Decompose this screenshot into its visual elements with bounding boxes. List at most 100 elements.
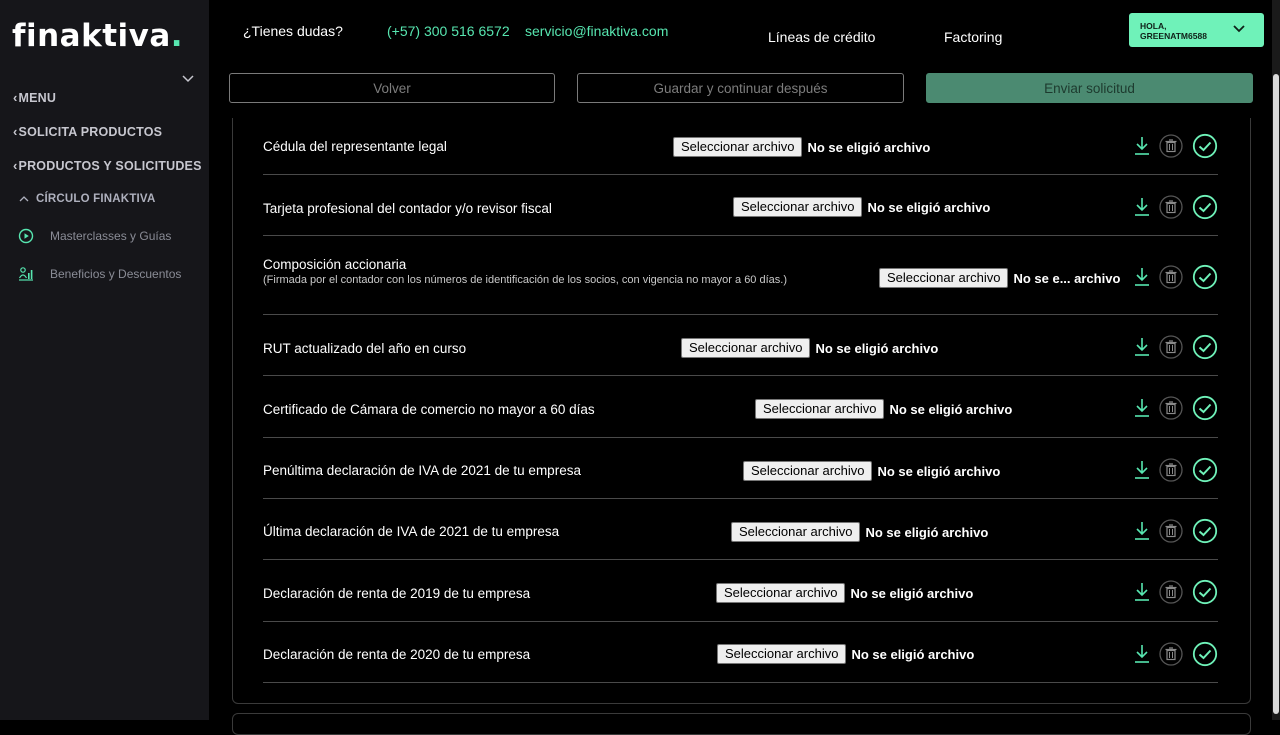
document-name: Declaración de renta de 2019 de tu empre… [263, 586, 531, 601]
document-name: Cédula del representante legal [263, 139, 447, 154]
select-file-button[interactable]: Seleccionar archivo [755, 399, 885, 419]
document-row: Última declaración de IVA de 2021 de tu … [263, 499, 1218, 560]
document-row: Certificado de Cámara de comercio no may… [263, 376, 1218, 438]
check-circle-icon[interactable] [1192, 334, 1218, 360]
file-input[interactable]: Seleccionar archivo No se eligió archivo [717, 644, 974, 664]
document-row: Penúltima declaración de IVA de 2021 de … [263, 438, 1218, 499]
trash-icon[interactable] [1159, 335, 1183, 359]
document-row: Composición accionaria (Firmada por el co… [263, 236, 1218, 315]
download-icon[interactable] [1133, 135, 1151, 157]
file-status: No se eligió archivo [815, 340, 939, 356]
nav-lineas-credito[interactable]: Líneas de crédito [768, 29, 875, 45]
back-button[interactable]: Volver [229, 73, 555, 103]
file-input[interactable]: Seleccionar archivo No se eligió archivo [716, 583, 973, 603]
document-name: Certificado de Cámara de comercio no may… [263, 402, 595, 417]
select-file-button[interactable]: Seleccionar archivo [681, 338, 811, 358]
sidebar-item-beneficios[interactable]: Beneficios y Descuentos [18, 266, 181, 282]
trash-icon[interactable] [1159, 642, 1183, 666]
file-input[interactable]: Seleccionar archivo No se eligió archivo [743, 461, 1000, 481]
download-icon[interactable] [1133, 266, 1151, 288]
document-row: Tarjeta profesional del contador y/o rev… [263, 175, 1218, 236]
scrollbar-thumb[interactable] [1273, 74, 1279, 714]
file-input[interactable]: Seleccionar archivo No se eligió archivo [755, 399, 1012, 419]
check-circle-icon[interactable] [1192, 133, 1218, 159]
check-circle-icon[interactable] [1192, 518, 1218, 544]
document-note: (Firmada por el contador con los números… [263, 274, 787, 286]
select-file-button[interactable]: Seleccionar archivo [673, 137, 803, 157]
chevron-down-icon [1233, 25, 1245, 33]
trash-icon[interactable] [1159, 265, 1183, 289]
file-status: No se eligió archivo [807, 139, 931, 155]
document-name: Declaración de renta de 2020 de tu empre… [263, 647, 531, 662]
document-row: Declaración de renta de 2020 de tu empre… [263, 622, 1218, 683]
select-file-button[interactable]: Seleccionar archivo [733, 197, 863, 217]
document-row: Cédula del representante legal Selecciona… [263, 126, 1218, 175]
select-file-button[interactable]: Seleccionar archivo [716, 583, 846, 603]
send-request-button[interactable]: Enviar solicitud [926, 73, 1253, 103]
file-status: No se eligió archivo [877, 463, 1001, 479]
help-question: ¿Tienes dudas? [243, 23, 343, 39]
sidebar: finaktiva. ‹ MENU ‹ SOLICITA PRODUCTOS ‹… [0, 0, 209, 720]
chevron-left-icon: ‹ [13, 90, 18, 105]
chevron-up-icon [19, 196, 29, 202]
file-input[interactable]: Seleccionar archivo No se eligió archivo [731, 522, 988, 542]
trash-icon[interactable] [1159, 195, 1183, 219]
play-circle-icon [18, 228, 34, 244]
phone-link[interactable]: (+57) 300 516 6572 [387, 23, 510, 39]
select-file-button[interactable]: Seleccionar archivo [879, 268, 1009, 288]
email-link[interactable]: servicio@finaktiva.com [525, 23, 668, 39]
trash-icon[interactable] [1159, 396, 1183, 420]
document-row: Declaración de renta de 2019 de tu empre… [263, 560, 1218, 622]
file-input[interactable]: Seleccionar archivo No se e... archivo [879, 268, 1120, 288]
file-input[interactable]: Seleccionar archivo No se eligió archivo [733, 197, 990, 217]
trash-icon[interactable] [1159, 458, 1183, 482]
check-circle-icon[interactable] [1192, 194, 1218, 220]
trash-icon[interactable] [1159, 519, 1183, 543]
chevron-down-icon[interactable] [181, 74, 195, 84]
next-panel [232, 713, 1251, 735]
download-icon[interactable] [1133, 581, 1151, 603]
chevron-left-icon: ‹ [13, 158, 18, 173]
select-file-button[interactable]: Seleccionar archivo [743, 461, 873, 481]
file-status: No se eligió archivo [867, 199, 991, 215]
chevron-left-icon: ‹ [13, 124, 18, 139]
benefits-icon [18, 267, 33, 281]
check-circle-icon[interactable] [1192, 395, 1218, 421]
select-file-button[interactable]: Seleccionar archivo [717, 644, 847, 664]
file-status: No se eligió archivo [851, 646, 975, 662]
sidebar-item-solicita[interactable]: ‹ SOLICITA PRODUCTOS [13, 124, 162, 139]
download-icon[interactable] [1133, 196, 1151, 218]
nav-factoring[interactable]: Factoring [944, 29, 1002, 45]
sidebar-item-productos[interactable]: ‹ PRODUCTOS Y SOLICITUDES [13, 158, 202, 173]
download-icon[interactable] [1133, 459, 1151, 481]
file-status: No se e... archivo [1013, 270, 1121, 286]
file-status: No se eligió archivo [865, 524, 989, 540]
sidebar-item-circulo[interactable]: CÍRCULO FINAKTIVA [18, 193, 155, 205]
user-menu[interactable]: HOLA, GREENATM6588 [1129, 13, 1264, 47]
finaktiva-logo[interactable]: finaktiva. [12, 18, 183, 54]
user-greeting: HOLA, [1140, 21, 1167, 31]
download-icon[interactable] [1133, 336, 1151, 358]
document-name: RUT actualizado del año en curso [263, 341, 467, 356]
download-icon[interactable] [1133, 520, 1151, 542]
sidebar-item-masterclasses[interactable]: Masterclasses y Guías [18, 228, 171, 244]
check-circle-icon[interactable] [1192, 641, 1218, 667]
download-icon[interactable] [1133, 643, 1151, 665]
save-later-button[interactable]: Guardar y continuar después [577, 73, 904, 103]
check-circle-icon[interactable] [1192, 457, 1218, 483]
document-name: Composición accionaria [263, 257, 407, 272]
file-input[interactable]: Seleccionar archivo No se eligió archivo [681, 338, 938, 358]
row-divider [263, 682, 1218, 683]
download-icon[interactable] [1133, 397, 1151, 419]
document-name: Tarjeta profesional del contador y/o rev… [263, 201, 552, 216]
user-name: GREENATM6588 [1140, 31, 1207, 41]
select-file-button[interactable]: Seleccionar archivo [731, 522, 861, 542]
check-circle-icon[interactable] [1192, 579, 1218, 605]
document-name: Última declaración de IVA de 2021 de tu … [263, 524, 560, 539]
sidebar-item-menu[interactable]: ‹ MENU [13, 90, 56, 105]
trash-icon[interactable] [1159, 134, 1183, 158]
trash-icon[interactable] [1159, 580, 1183, 604]
check-circle-icon[interactable] [1192, 264, 1218, 290]
file-status: No se eligió archivo [889, 401, 1013, 417]
file-input[interactable]: Seleccionar archivo No se eligió archivo [673, 137, 930, 157]
